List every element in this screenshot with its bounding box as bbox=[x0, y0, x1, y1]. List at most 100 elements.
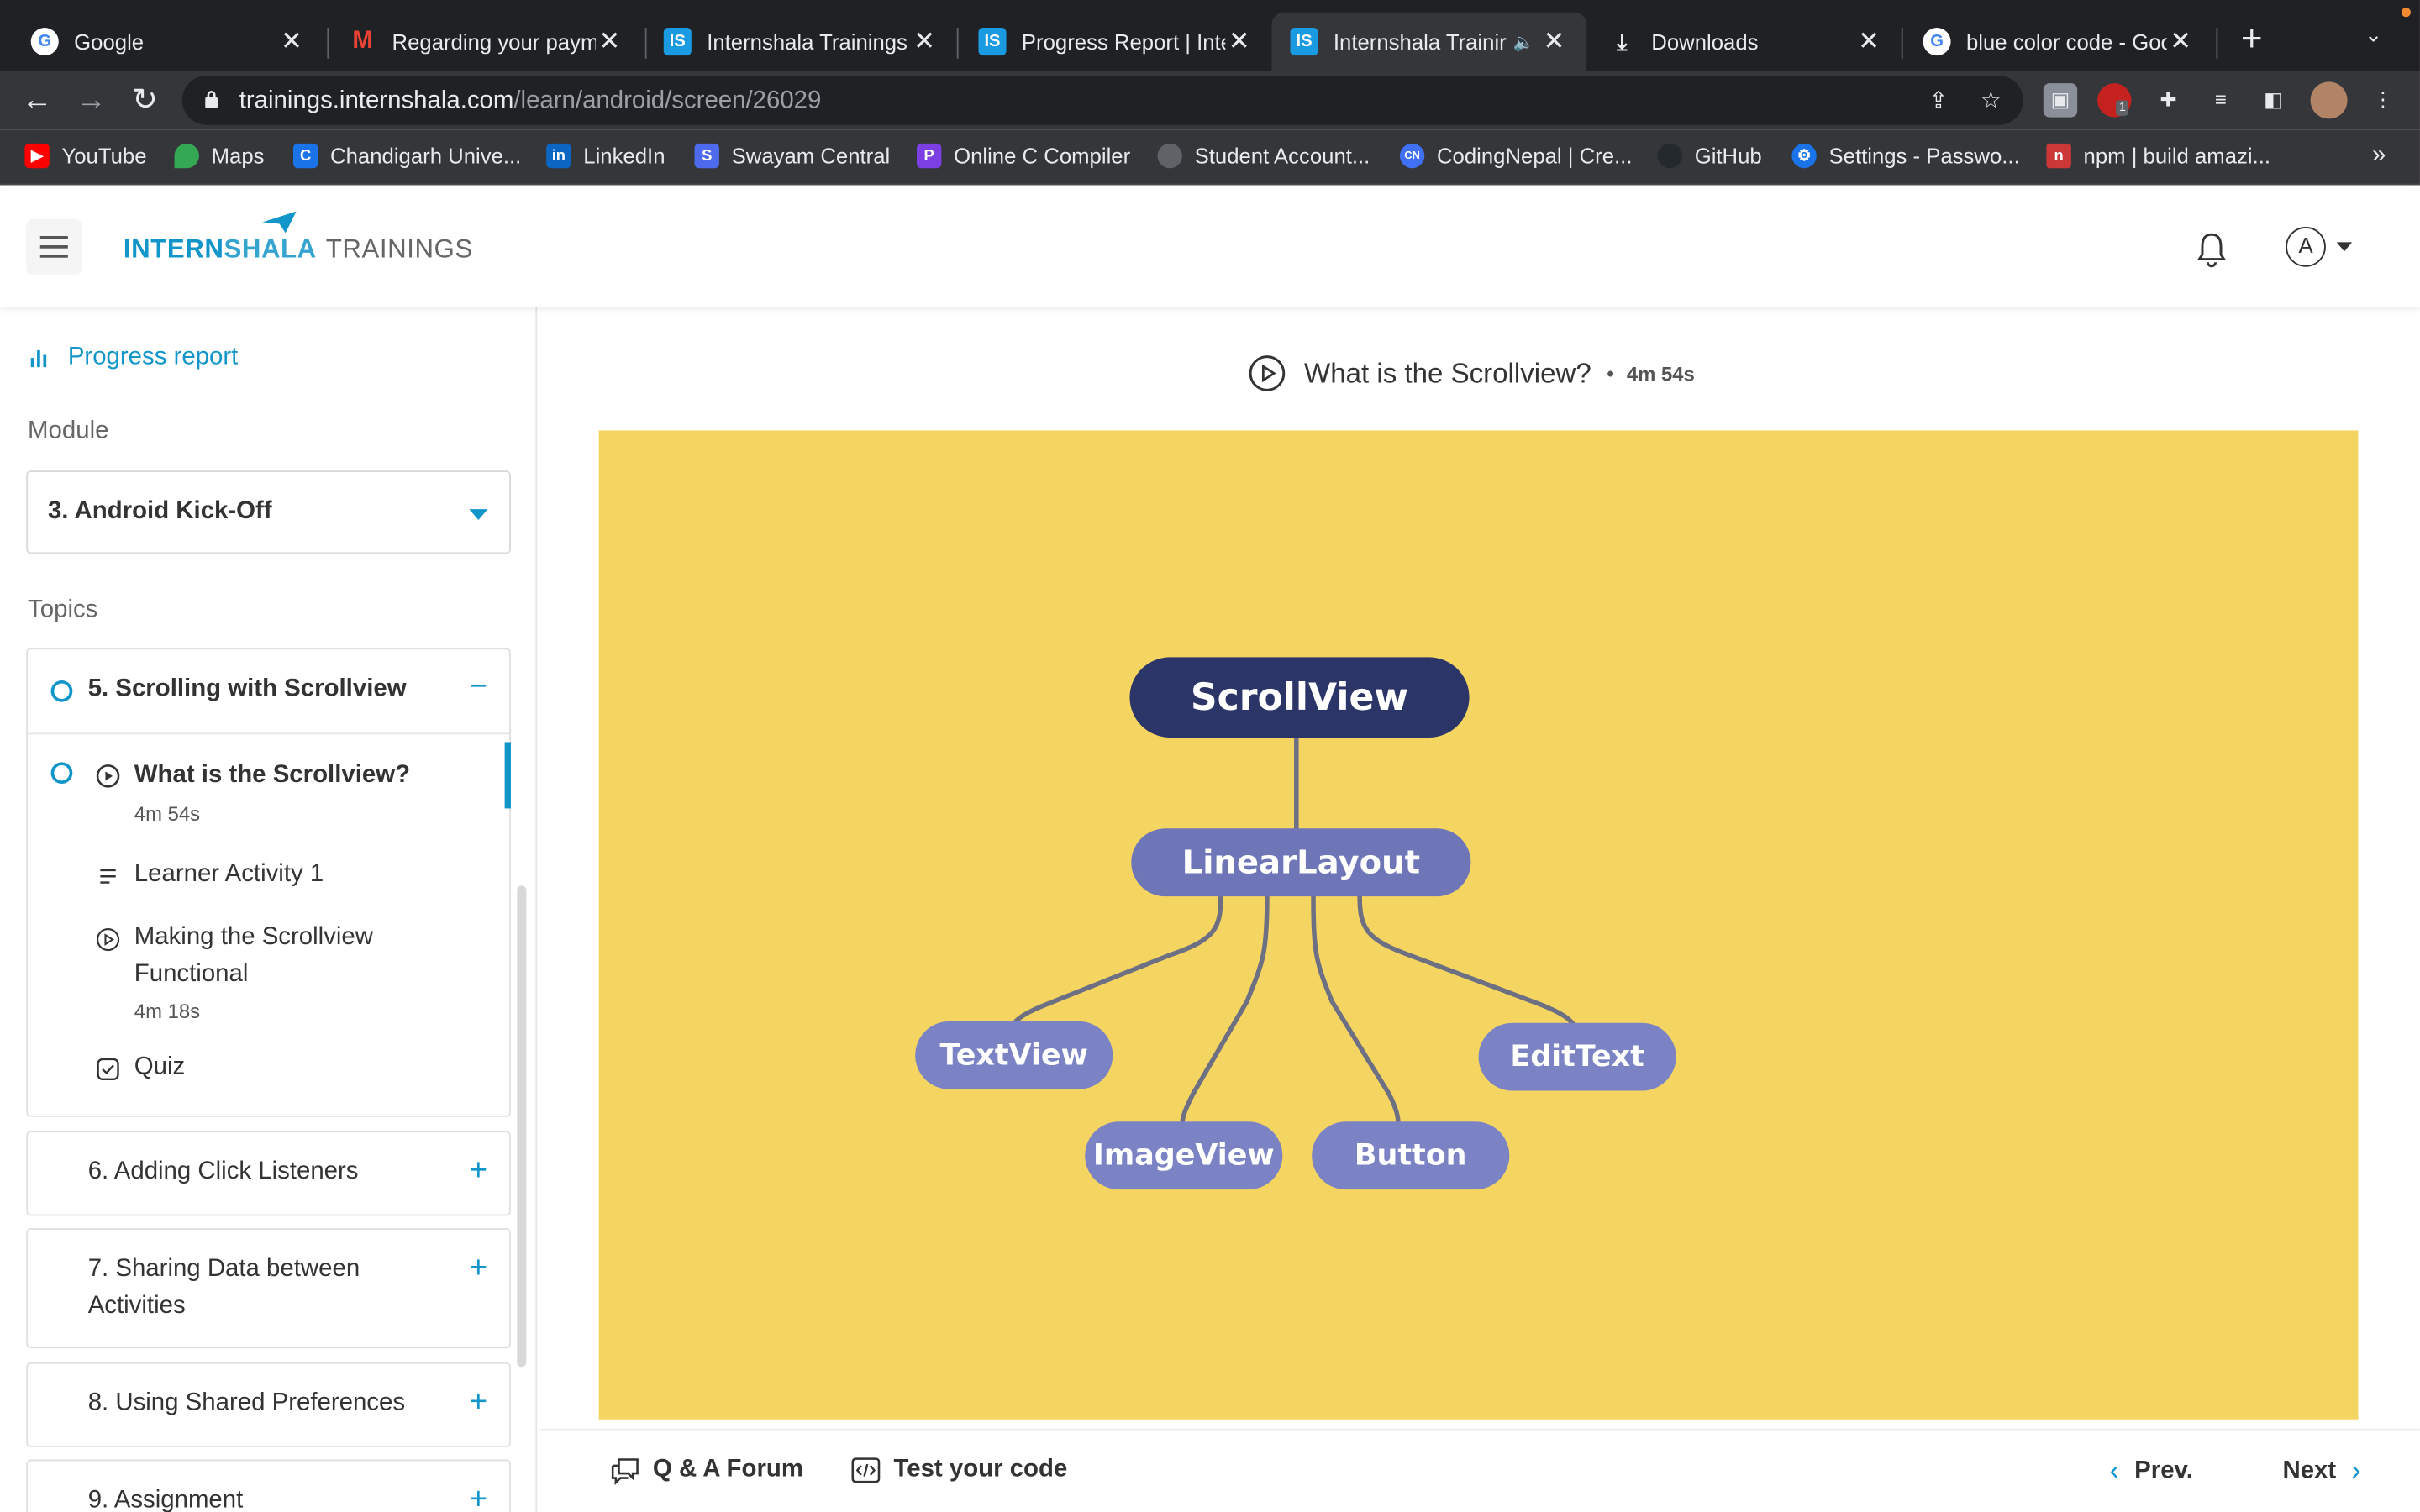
bookmark-student-account[interactable]: Student Account... bbox=[1157, 143, 1370, 169]
browser-tab[interactable]: IS Internshala Trainings ✕ bbox=[645, 13, 957, 71]
kebab-menu-icon[interactable]: ⋮ bbox=[2366, 83, 2400, 117]
bookmark-swayam[interactable]: S Swayam Central bbox=[694, 143, 890, 169]
close-tab-icon[interactable]: ✕ bbox=[1540, 26, 1568, 57]
google-icon: G bbox=[30, 28, 59, 56]
notification-bell-icon[interactable] bbox=[2195, 232, 2228, 269]
google-icon: G bbox=[1923, 28, 1951, 56]
bookmark-linkedin[interactable]: in LinkedIn bbox=[546, 143, 666, 169]
gmail-icon: M bbox=[352, 28, 373, 55]
expand-plus-icon[interactable]: + bbox=[466, 1252, 491, 1287]
app-header: INTERNSHALA TRAININGS A bbox=[0, 186, 2420, 307]
lesson-item-active[interactable]: What is the Scrollview? 4m 54s bbox=[28, 734, 511, 830]
module-dropdown[interactable]: 3. Android Kick-Off bbox=[26, 470, 511, 554]
lesson-item[interactable]: Making the Scrollview Functional 4m 18s bbox=[28, 911, 509, 1023]
chevron-left-icon: ‹ bbox=[2109, 1455, 2119, 1486]
next-button[interactable]: Next › bbox=[2282, 1455, 2360, 1488]
bookmark-star-icon[interactable]: ☆ bbox=[1975, 87, 2007, 118]
video-player[interactable]: ScrollView LinearLayout TextView ImageVi… bbox=[598, 430, 2359, 1420]
bookmark-maps[interactable]: Maps bbox=[174, 143, 265, 169]
bookmark-online-c[interactable]: P Online C Compiler bbox=[916, 143, 1130, 169]
close-tab-icon[interactable]: ✕ bbox=[2167, 26, 2195, 57]
expand-plus-icon[interactable]: + bbox=[466, 1483, 491, 1512]
lesson-duration: 4m 54s bbox=[1626, 361, 1695, 386]
collapse-icon[interactable]: − bbox=[466, 669, 491, 705]
progress-report-link[interactable]: Progress report bbox=[30, 344, 238, 372]
side-panel-icon[interactable]: ◧ bbox=[2256, 83, 2290, 117]
dropdown-caret-icon bbox=[469, 509, 488, 520]
topics-label: Topics bbox=[28, 596, 98, 624]
browser-tab[interactable]: G Google ✕ bbox=[13, 13, 324, 71]
tab-title: Regarding your payme bbox=[392, 29, 596, 55]
speaker-icon[interactable]: 🔈 bbox=[1513, 32, 1534, 51]
bookmark-codingnepal[interactable]: CN CodingNepal | Cre... bbox=[1399, 143, 1632, 169]
qa-forum-button[interactable]: Q & A Forum bbox=[609, 1455, 803, 1486]
media-control-icon[interactable]: ≡ bbox=[2204, 83, 2238, 117]
prev-button[interactable]: ‹ Prev. bbox=[2110, 1455, 2193, 1488]
topic-card[interactable]: 7. Sharing Data between Activities + bbox=[26, 1228, 511, 1349]
quiz-checkbox-icon bbox=[97, 1058, 119, 1080]
puzzle-extensions-icon[interactable]: ✚ bbox=[2151, 83, 2185, 117]
browser-tab-active[interactable]: IS Internshala Trainir 🔈 ✕ bbox=[1271, 12, 1587, 71]
play-circle-icon bbox=[96, 764, 120, 788]
profile-dropdown-caret-icon[interactable] bbox=[2336, 242, 2353, 252]
internshala-icon: IS bbox=[978, 28, 1007, 56]
title-separator: • bbox=[1607, 360, 1615, 386]
npm-icon: n bbox=[2046, 143, 2071, 169]
close-tab-icon[interactable]: ✕ bbox=[278, 26, 306, 57]
internshala-logo[interactable]: INTERNSHALA TRAININGS bbox=[124, 234, 473, 265]
lesson-item[interactable]: Learner Activity 1 bbox=[28, 846, 509, 911]
bar-chart-icon bbox=[30, 349, 50, 368]
hamburger-menu-icon[interactable] bbox=[26, 218, 82, 275]
lesson-title-row: What is the Scrollview? • 4m 54s bbox=[1249, 354, 1695, 391]
forward-arrow-icon[interactable]: → bbox=[72, 81, 109, 118]
browser-tab[interactable]: M Regarding your payme ✕ bbox=[330, 13, 642, 71]
expand-plus-icon[interactable]: + bbox=[466, 1154, 491, 1189]
reload-icon[interactable]: ↻ bbox=[127, 81, 164, 118]
swayam-icon: S bbox=[694, 143, 719, 169]
test-code-button[interactable]: Test your code bbox=[850, 1455, 1067, 1486]
bookmarks-overflow-icon[interactable]: » bbox=[2372, 142, 2386, 170]
youtube-icon: ▶ bbox=[24, 143, 50, 169]
download-icon: ⤓ bbox=[1617, 28, 1628, 55]
close-tab-icon[interactable]: ✕ bbox=[596, 26, 623, 57]
forum-chat-icon bbox=[611, 1458, 639, 1486]
text-lines-icon bbox=[100, 869, 116, 884]
codingnepal-icon: CN bbox=[1399, 143, 1425, 169]
adblock-extension-icon[interactable]: 1 bbox=[2097, 83, 2132, 118]
bookmark-chandigarh[interactable]: C Chandigarh Unive... bbox=[292, 143, 521, 169]
lesson-item[interactable]: Quiz bbox=[28, 1040, 509, 1105]
bookmark-youtube[interactable]: ▶ YouTube bbox=[24, 143, 147, 169]
course-sidebar: Progress report Module 3. Android Kick-O… bbox=[0, 307, 538, 1512]
new-tab-icon[interactable]: + bbox=[2232, 18, 2272, 61]
browser-tab[interactable]: IS Progress Report | Inte ✕ bbox=[960, 13, 1271, 71]
topic-card[interactable]: 9. Assignment + bbox=[26, 1459, 511, 1512]
bookmark-npm[interactable]: n npm | build amazi... bbox=[2046, 143, 2270, 169]
browser-tab[interactable]: ⤓ Downloads ✕ bbox=[1590, 13, 1902, 71]
close-tab-icon[interactable]: ✕ bbox=[911, 26, 939, 57]
extension-icon[interactable]: ▣ bbox=[2043, 83, 2078, 118]
bookmark-settings-passwords[interactable]: ⚙ Settings - Passwo... bbox=[1791, 143, 2020, 169]
tab-title: Internshala Trainir bbox=[1333, 29, 1507, 55]
topic-card[interactable]: 6. Adding Click Listeners + bbox=[26, 1131, 511, 1216]
sidebar-scrollbar[interactable] bbox=[517, 885, 527, 1368]
chrome-profile-avatar[interactable] bbox=[2310, 81, 2348, 119]
back-arrow-icon[interactable]: ← bbox=[18, 81, 55, 118]
share-icon[interactable]: ⇪ bbox=[1923, 87, 1954, 118]
close-tab-icon[interactable]: ✕ bbox=[1855, 26, 1883, 57]
close-tab-icon[interactable]: ✕ bbox=[1225, 26, 1253, 57]
address-bar[interactable]: trainings.internshala.com/learn/android/… bbox=[182, 75, 2023, 125]
tab-title: Internshala Trainings bbox=[707, 29, 908, 55]
tab-search-chevron-icon[interactable]: ⌄ bbox=[2365, 22, 2383, 48]
tab-title: Google bbox=[74, 29, 145, 55]
internshala-icon: IS bbox=[1290, 28, 1318, 56]
expand-plus-icon[interactable]: + bbox=[466, 1385, 491, 1420]
diagram-connectors bbox=[1010, 733, 1577, 1127]
topic-card[interactable]: 8. Using Shared Preferences + bbox=[26, 1362, 511, 1447]
profile-avatar[interactable]: A bbox=[2286, 226, 2326, 267]
topic-header[interactable]: 5. Scrolling with Scrollview − bbox=[28, 649, 509, 732]
bookmarks-bar: ▶ YouTube Maps C Chandigarh Unive... in Lin… bbox=[0, 129, 2420, 186]
browser-tab[interactable]: G blue color code - Goo ✕ bbox=[1904, 13, 2212, 71]
lock-icon bbox=[205, 91, 218, 108]
bookmark-github[interactable]: GitHub bbox=[1657, 143, 1762, 169]
linkedin-icon: in bbox=[546, 143, 571, 169]
